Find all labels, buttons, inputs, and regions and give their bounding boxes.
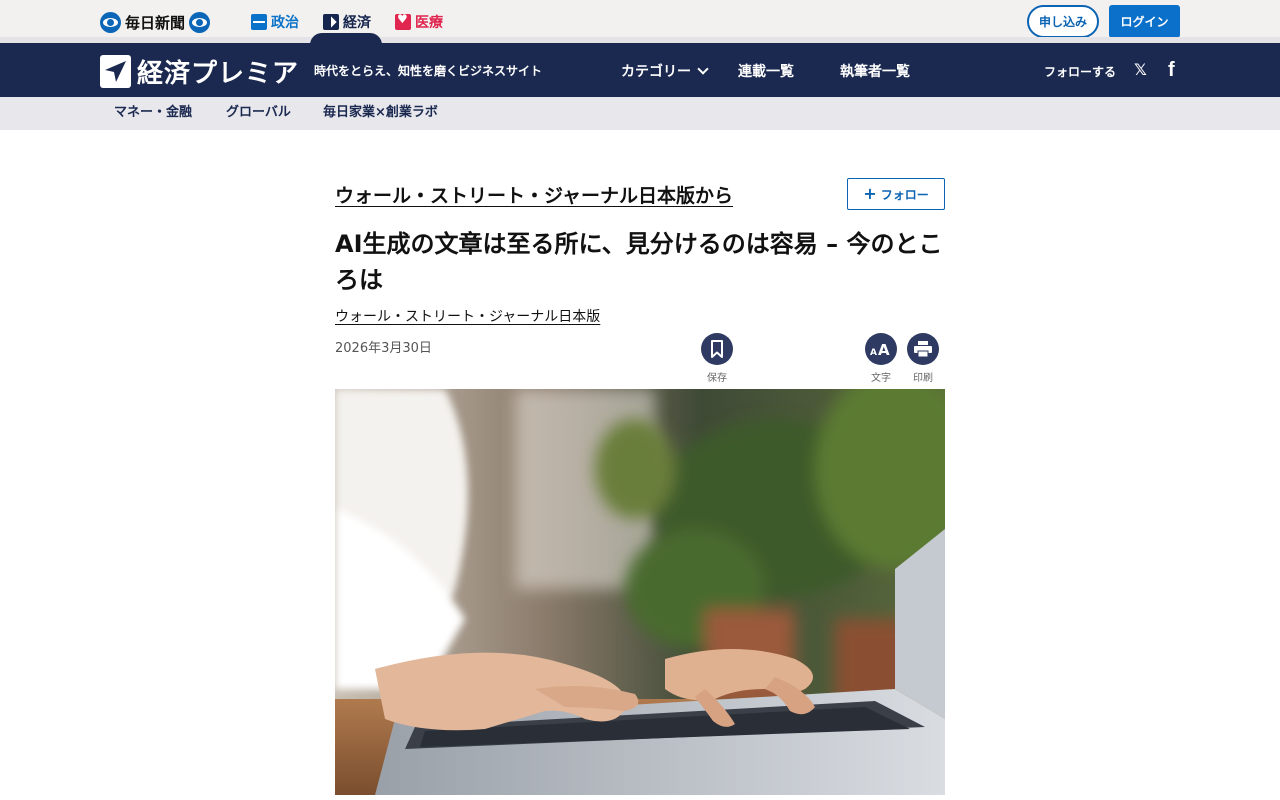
- brand-logo[interactable]: 経済プレミア: [100, 53, 299, 90]
- author-link[interactable]: ウォール・ストリート・ジャーナル日本版: [335, 306, 600, 326]
- print-button[interactable]: 印刷: [906, 333, 940, 384]
- site-link-label: 医療: [415, 15, 443, 31]
- plus-icon: +: [863, 184, 877, 203]
- x-icon[interactable]: 𝕏: [1134, 62, 1150, 78]
- save-label: 保存: [707, 373, 727, 384]
- font-size-icon: AA: [865, 333, 897, 365]
- mainichi-logo[interactable]: 毎日新聞: [100, 11, 211, 33]
- chevron-down-icon: [697, 63, 709, 75]
- subnav-item-global[interactable]: グローバル: [226, 101, 291, 120]
- text-size-label: 文字: [871, 373, 891, 384]
- facebook-icon[interactable]: f: [1168, 60, 1180, 80]
- site-link-economy[interactable]: 経済: [323, 12, 371, 32]
- brand-name: 経済プレミア: [137, 59, 300, 89]
- nav-series-list[interactable]: 連載一覧: [738, 61, 794, 81]
- apply-button[interactable]: 申し込み: [1027, 5, 1099, 38]
- economy-icon: [323, 14, 339, 30]
- heart-icon: [395, 12, 411, 30]
- sub-navigation: マネー・金融 グローバル 毎日家業×創業ラボ: [0, 97, 1280, 130]
- series-title-link[interactable]: ウォール・ストリート・ジャーナル日本版から: [335, 181, 733, 208]
- svg-text:A: A: [878, 341, 890, 357]
- politics-icon: [251, 14, 267, 30]
- publish-date: 2026年3月30日: [335, 341, 432, 356]
- subnav-item-family-business-lab[interactable]: 毎日家業×創業ラボ: [323, 101, 438, 120]
- bookmark-icon: [701, 333, 733, 365]
- svg-text:A: A: [870, 348, 877, 357]
- site-tagline: 時代をとらえ、知性を磨くビジネスサイト: [314, 64, 543, 78]
- follow-button-label: フォロー: [880, 187, 929, 202]
- nav-writers-list[interactable]: 執筆者一覧: [840, 61, 910, 81]
- follow-label: フォローする: [1044, 65, 1117, 79]
- paper-plane-icon: [100, 55, 131, 88]
- print-label: 印刷: [913, 373, 933, 384]
- site-link-label: 経済: [343, 15, 371, 31]
- site-link-politics[interactable]: 政治: [251, 12, 299, 32]
- login-button[interactable]: ログイン: [1109, 5, 1180, 38]
- follow-series-button[interactable]: + フォロー: [847, 178, 945, 210]
- printer-icon: [907, 333, 939, 365]
- site-header: 経済プレミア 時代をとらえ、知性を磨くビジネスサイト カテゴリー 連載一覧 執筆…: [0, 43, 1280, 97]
- site-link-medical[interactable]: 医療: [395, 12, 443, 32]
- typing-on-laptop-photo: [335, 389, 945, 795]
- mainichi-eye-icon: [189, 11, 211, 33]
- mainichi-logo-text: 毎日新聞: [125, 13, 186, 32]
- top-utility-bar: 毎日新聞 政治 経済 医療 申し込み ログイン: [0, 0, 1280, 43]
- nav-category-label: カテゴリー: [621, 64, 691, 80]
- article-hero-image: [335, 389, 945, 795]
- subnav-item-money[interactable]: マネー・金融: [114, 101, 192, 120]
- nav-category-dropdown[interactable]: カテゴリー: [621, 61, 709, 81]
- save-button[interactable]: 保存: [700, 333, 734, 384]
- article-headline: AI生成の文章は至る所に、見分けるのは容易 – 今のところは: [335, 230, 943, 294]
- site-link-label: 政治: [271, 15, 299, 31]
- text-size-button[interactable]: AA 文字: [864, 333, 898, 384]
- mainichi-eye-icon: [100, 11, 121, 33]
